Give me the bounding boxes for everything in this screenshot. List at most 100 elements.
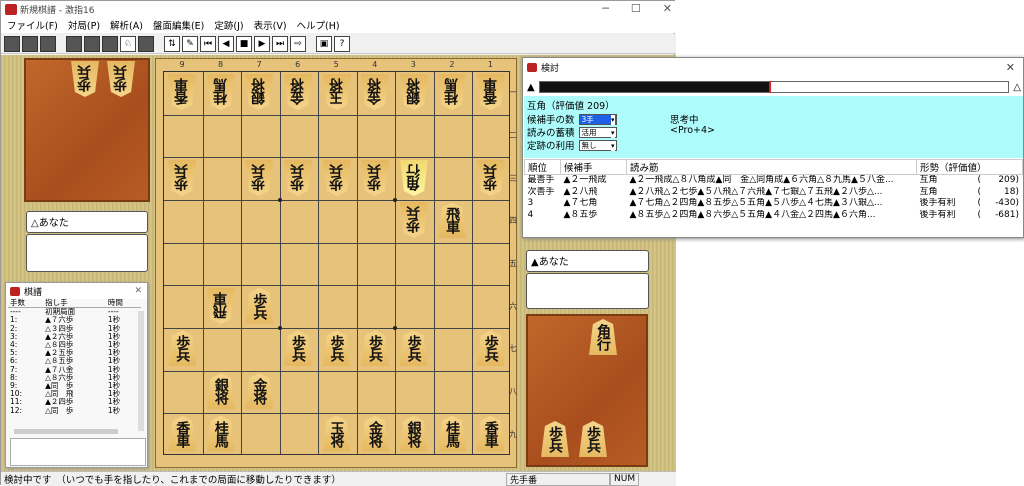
kifu-close-icon[interactable]: ✕ (134, 286, 142, 296)
jump-icon[interactable]: ⇨ (290, 35, 306, 52)
shogi-piece[interactable]: 角行 (589, 319, 617, 355)
shogi-piece[interactable]: 香車 (476, 415, 505, 452)
menu-game[interactable]: 対局(P) (66, 18, 102, 32)
help-icon[interactable]: ? (334, 35, 350, 52)
candidate-row[interactable]: 4 ▲８五歩 ▲８五歩△２四角▲８六歩△５五角▲４八金△２四馬▲６六角... 後手有利… (525, 210, 1023, 222)
kifu-comment-box[interactable] (10, 438, 146, 466)
num-lock-indicator: NUM (610, 472, 640, 486)
shogi-piece[interactable]: 飛車 (438, 202, 467, 239)
shogi-piece[interactable]: 金将 (361, 74, 389, 110)
kifu-row[interactable]: 3: ▲２六歩 1秒 (8, 332, 141, 341)
back-icon[interactable]: ◀ (218, 35, 234, 52)
kifu-row[interactable]: 4: △８四歩 1秒 (8, 340, 141, 349)
piece-char: 歩兵 (77, 66, 93, 92)
first-move-icon[interactable]: ⏮ (200, 35, 216, 52)
candidate-rank: 最善手 (527, 175, 555, 185)
shogi-piece[interactable]: 桂馬 (438, 74, 466, 110)
hint-icon[interactable] (138, 35, 154, 52)
shogi-piece[interactable]: 香車 (477, 74, 505, 110)
shogi-piece[interactable]: 歩兵 (361, 330, 390, 367)
shogi-piece[interactable]: 歩兵 (284, 160, 312, 196)
kifu-row[interactable]: 5: ▲２五歩 1秒 (8, 349, 141, 357)
shogi-piece[interactable]: 歩兵 (399, 330, 428, 367)
shogi-piece[interactable]: 金将 (361, 415, 390, 452)
yomi-select[interactable]: 活用 (578, 126, 617, 138)
stop-icon[interactable] (84, 35, 100, 52)
analysis-close-icon[interactable]: ✕ (1006, 61, 1015, 74)
shogi-piece[interactable]: 歩兵 (579, 421, 607, 457)
shogi-piece[interactable]: 金将 (284, 74, 312, 110)
kifu-row[interactable]: 8: △８六歩 1秒 (8, 373, 141, 382)
menu-help[interactable]: ヘルプ(H) (295, 18, 342, 32)
shogi-piece[interactable]: 歩兵 (283, 330, 312, 367)
shogi-piece[interactable]: 桂馬 (206, 415, 235, 452)
kifu-row[interactable]: 1: ▲７六歩 1秒 (8, 316, 141, 324)
shogi-piece[interactable]: 香車 (168, 415, 197, 452)
flip-icon[interactable]: ⇅ (164, 35, 180, 52)
candidate-row[interactable]: 3 ▲７七角 ▲７七角△２四角▲８五歩△５五角▲５八歩△４七馬▲３八銀△... 後手有… (525, 198, 1023, 210)
stop-replay-icon[interactable]: ■ (236, 35, 252, 52)
menu-view[interactable]: 表示(V) (252, 18, 289, 32)
shogi-piece[interactable]: 桂馬 (438, 415, 467, 452)
forward-icon[interactable]: ▶ (254, 35, 270, 52)
shogi-piece[interactable]: 歩兵 (477, 160, 505, 196)
kifu-row[interactable]: 12: △同 歩 1秒 (8, 406, 141, 415)
open-icon[interactable] (22, 35, 38, 52)
shogi-piece[interactable]: 歩兵 (361, 160, 389, 196)
evaluation-text: 互角（評価値 209） (527, 101, 615, 112)
joseki-select[interactable]: 無し (578, 139, 617, 151)
piece-char: 歩兵 (405, 335, 422, 362)
save-icon[interactable] (40, 35, 56, 52)
candidate-row[interactable]: 最善手 ▲２一飛成 ▲２一飛成△８八角成▲同 金△同角成▲６六角△８九馬▲５八金..… (525, 175, 1023, 187)
candidate-eval-value: -430 (995, 198, 1016, 208)
kifu-row[interactable]: 2: △３四歩 1秒 (8, 324, 141, 333)
window-icon[interactable]: ▣ (316, 35, 332, 52)
maximize-icon[interactable]: ☐ (631, 2, 641, 15)
shogi-piece[interactable]: 銀将 (399, 415, 428, 452)
shogi-piece[interactable]: 香車 (168, 74, 196, 110)
shogi-piece[interactable]: 桂馬 (207, 74, 235, 110)
piece-char: 香車 (482, 79, 499, 106)
new-icon[interactable] (4, 35, 20, 52)
candidate-pv: ▲７七角△２四角▲８五歩△５五角▲５八歩△４七馬▲３八銀△... (629, 198, 883, 208)
kifu-row[interactable]: 10: △同 飛 1秒 (8, 390, 141, 398)
menu-edit-board[interactable]: 盤面編集(E) (151, 18, 206, 32)
shogi-piece[interactable]: 歩兵 (541, 421, 569, 457)
kifu-row[interactable]: 11: ▲２四歩 1秒 (8, 398, 141, 406)
kifu-row[interactable]: 7: ▲７八金 1秒 (8, 365, 141, 374)
shogi-piece[interactable]: 飛車 (207, 288, 235, 324)
close-icon[interactable]: ✕ (663, 2, 672, 15)
minimize-icon[interactable]: ─ (602, 2, 609, 15)
resign-icon[interactable] (102, 35, 118, 52)
kifu-hscrollbar[interactable] (14, 429, 118, 434)
kifu-row[interactable]: ---- 初期局面 ---- (8, 308, 141, 317)
candidate-row[interactable]: 次善手 ▲２八飛 ▲２八飛△２七歩▲５八飛△７六飛▲７七銀△７五飛▲２八歩△... 互… (525, 187, 1023, 199)
shogi-piece[interactable]: 歩兵 (322, 330, 351, 367)
kifu-scrollbar[interactable] (138, 311, 144, 431)
file-label: 8 (218, 60, 224, 69)
kifu-row[interactable]: 9: ▲同 歩 1秒 (8, 381, 141, 390)
shogi-piece[interactable]: 歩兵 (245, 287, 274, 324)
shogi-piece[interactable]: 玉将 (322, 415, 351, 452)
shogi-piece[interactable]: 歩兵 (71, 61, 99, 97)
kifu-table: 手数 指し手 時間 ---- 初期局面 ---- 1: ▲７六歩 1秒 2: △３四歩 1秒 3:… (8, 299, 141, 415)
piece-char: 歩兵 (174, 335, 191, 362)
last-move-icon[interactable]: ⏭ (272, 35, 288, 52)
shogi-piece[interactable]: 歩兵 (168, 330, 197, 367)
shogi-board[interactable]: 9 8 7 6 5 4 3 2 1 一二三四五六七八九香車 桂馬 銀将 金将 玉将 金将 銀将 桂馬 香車 歩兵 歩兵… (155, 58, 517, 468)
game-icon[interactable] (66, 35, 82, 52)
menu-joseki[interactable]: 定跡(J) (212, 18, 245, 32)
piece-char: 歩兵 (367, 335, 384, 362)
menu-file[interactable]: ファイル(F) (5, 18, 60, 32)
menu-analysis[interactable]: 解析(A) (108, 18, 145, 32)
piece-char: 歩兵 (328, 164, 345, 191)
shogi-piece[interactable]: 銀将 (206, 373, 235, 409)
shogi-piece[interactable]: 歩兵 (107, 61, 135, 97)
shogi-piece[interactable]: 歩兵 (476, 330, 505, 367)
shogi-piece[interactable]: 金将 (245, 373, 274, 409)
shogi-piece[interactable]: 歩兵 (168, 160, 196, 196)
kifu-row[interactable]: 6: △８五歩 1秒 (8, 357, 141, 365)
edit-icon[interactable]: ✎ (182, 35, 198, 52)
engine-icon[interactable]: ♘ (120, 35, 136, 52)
candidates-select[interactable]: 3手 (578, 113, 617, 125)
